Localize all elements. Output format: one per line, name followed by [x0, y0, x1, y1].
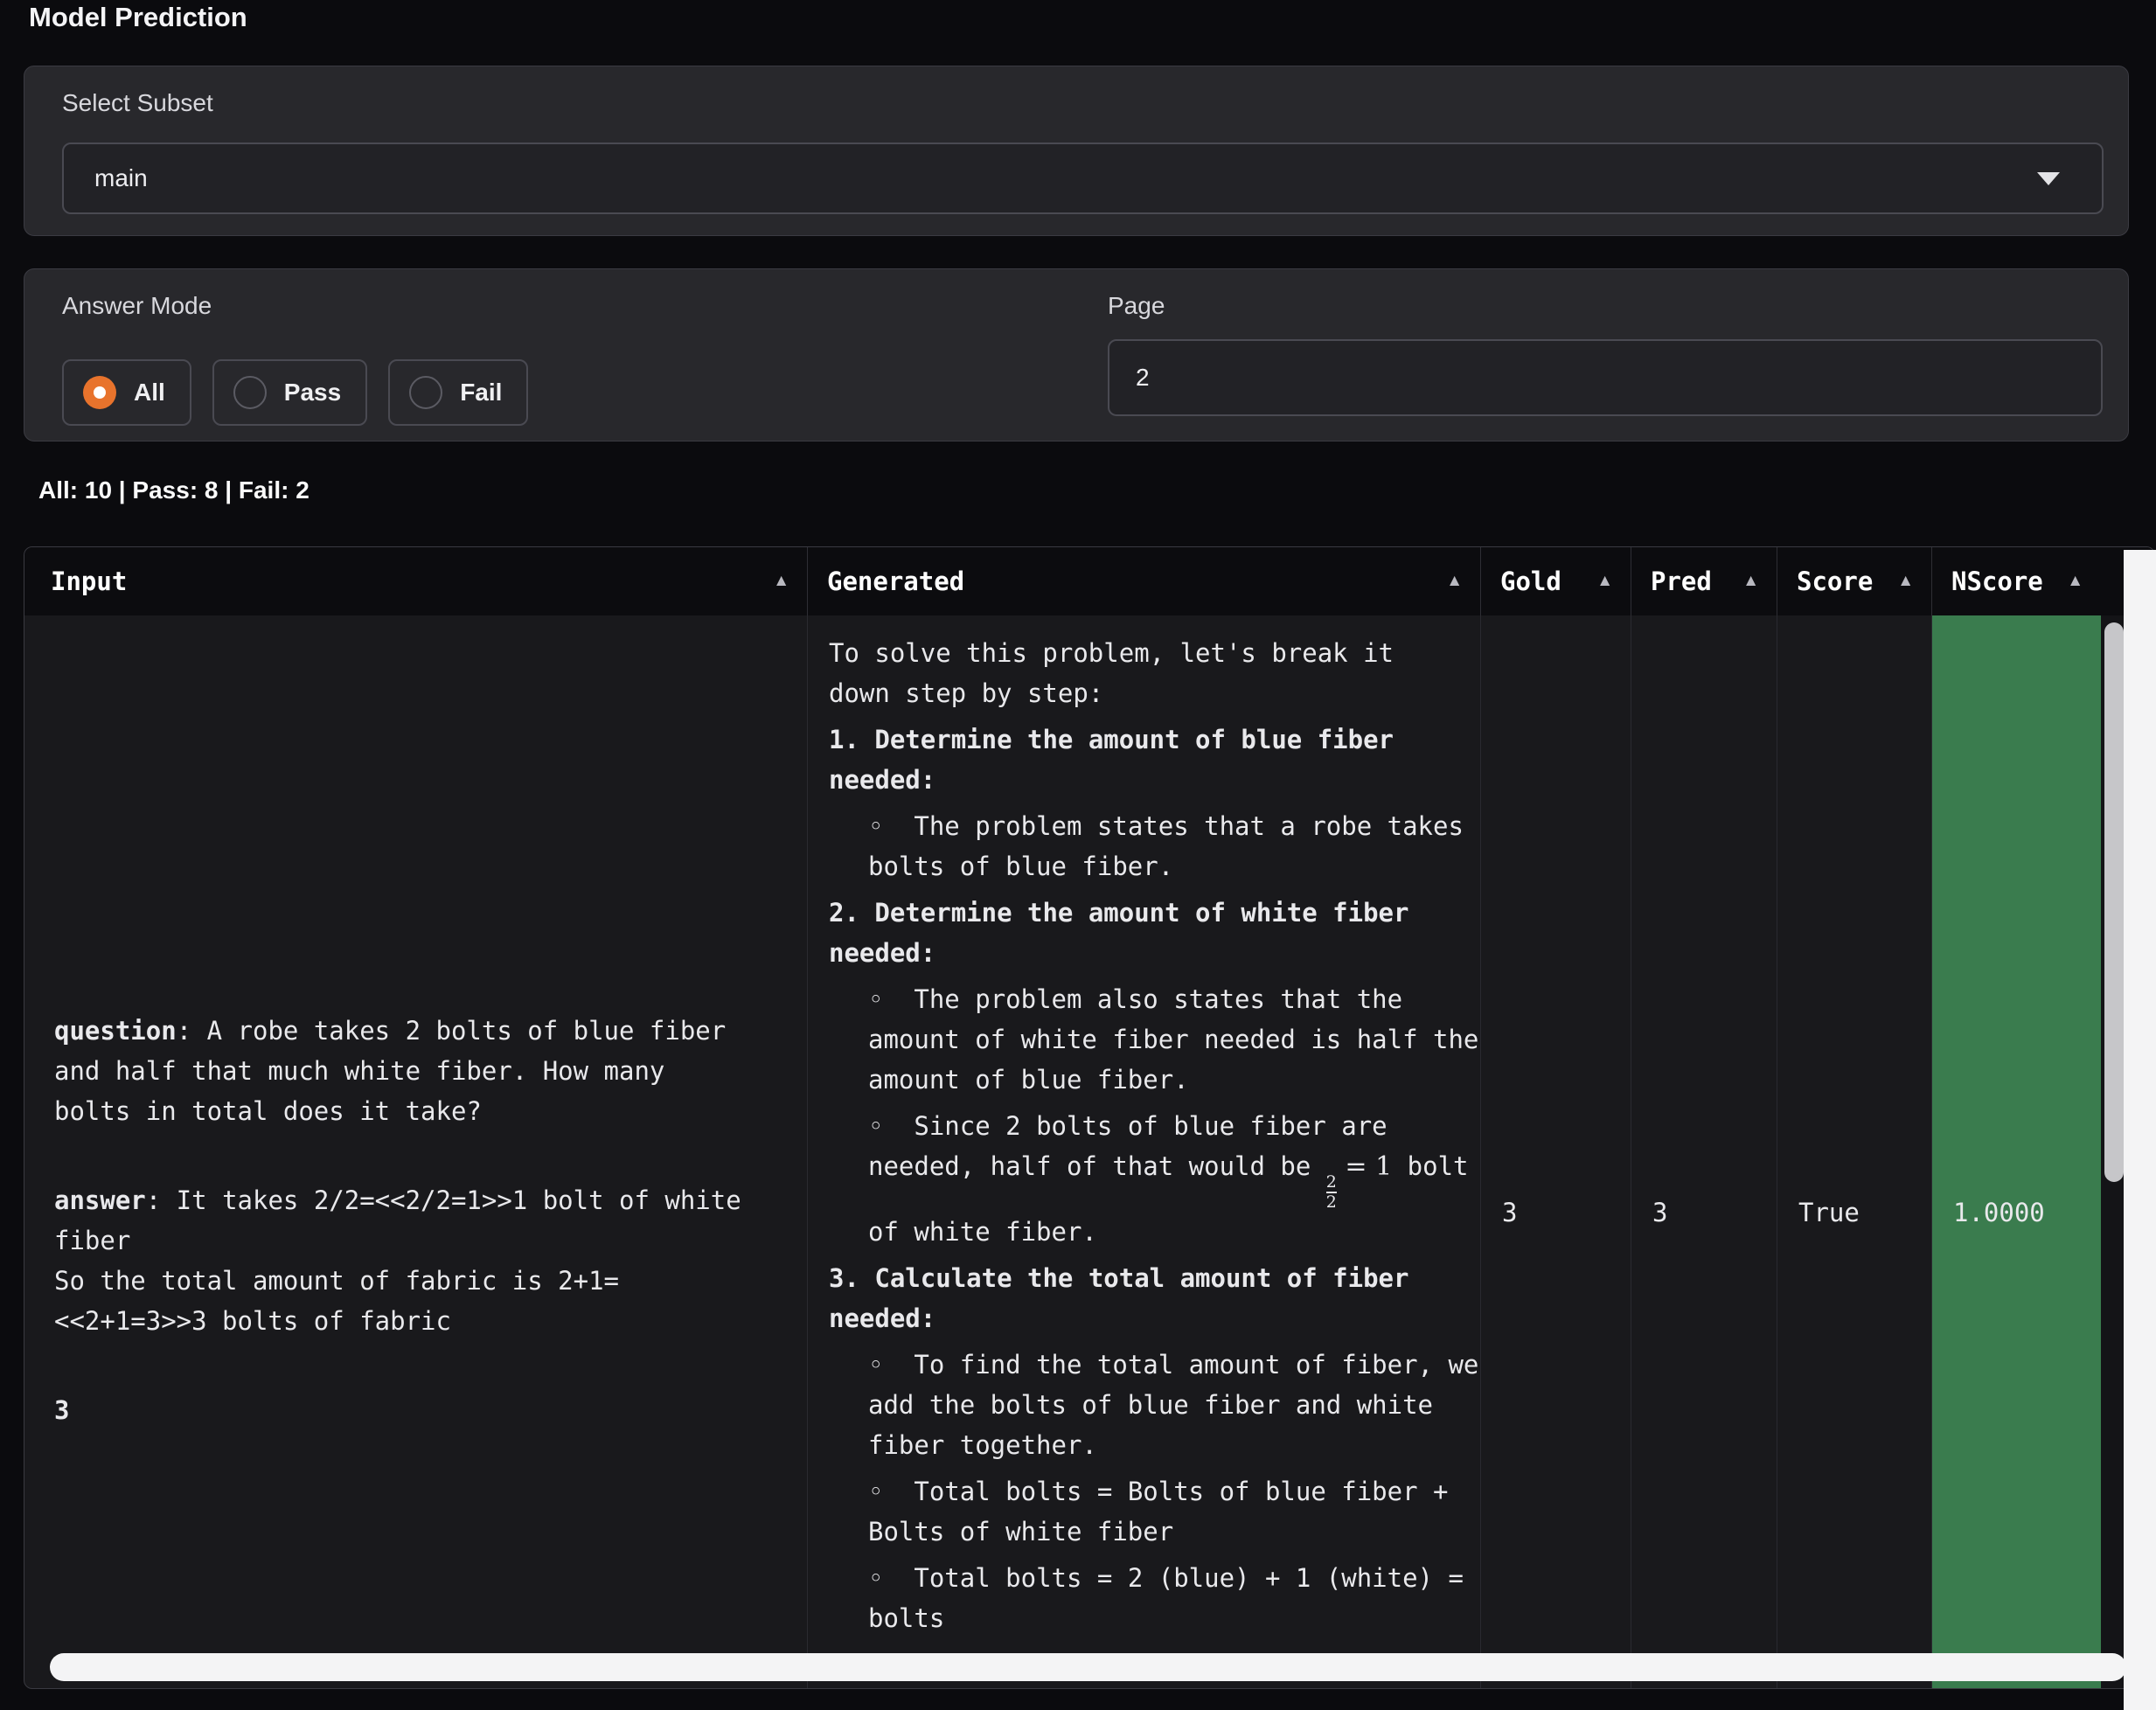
column-header-label: Gold — [1500, 567, 1561, 596]
vertical-scrollbar-thumb[interactable] — [2104, 622, 2124, 1182]
subset-selected-value: main — [94, 144, 148, 212]
text-block: ◦ Since 2 bolts of blue fiber areneeded,… — [829, 1106, 1454, 1252]
text-block: ◦ The problem also states that theamount… — [829, 979, 1454, 1100]
column-header-input[interactable]: Input ▲ — [24, 547, 808, 615]
gold-cell: 3 — [1481, 615, 1631, 1688]
bullet-marker: ◦ — [868, 1563, 914, 1593]
page-label: Page — [1108, 292, 1165, 320]
radio-option-label: Fail — [460, 379, 502, 407]
bullet-marker: ◦ — [868, 1477, 914, 1506]
bullet-marker: ◦ — [868, 1350, 914, 1380]
generated-cell: To solve this problem, let's break itdow… — [808, 615, 1481, 1688]
vertical-scrollbar-track[interactable] — [2124, 550, 2156, 1710]
input-cell: question: A robe takes 2 bolts of blue f… — [24, 615, 808, 1688]
column-header-label: Pred — [1651, 567, 1712, 596]
app-window: Model Prediction Select Subset main Answ… — [0, 0, 2156, 1710]
text-block: ◦ The problem states that a robe takes 2… — [829, 806, 1454, 886]
nscore-value: 1.0000 — [1953, 1192, 2101, 1233]
column-header-label: Generated — [827, 567, 964, 596]
column-header-pred[interactable]: Pred ▲ — [1631, 547, 1777, 615]
radio-selected-icon — [83, 376, 116, 409]
text-block: 1. Determine the amount of blue fibernee… — [829, 719, 1454, 800]
text-block: To solve this problem, let's break itdow… — [829, 633, 1454, 713]
column-header-label: NScore — [1951, 567, 2043, 596]
column-header-label: Score — [1797, 567, 1873, 596]
table-header-row: Input ▲ Generated ▲ Gold ▲ Pred ▲ Score ▲ NScore ▲ — [24, 547, 2154, 615]
score-value: True — [1798, 1192, 1931, 1233]
text-block: ◦ To find the total amount of fiber, wea… — [829, 1345, 1454, 1465]
subset-dropdown[interactable]: main — [62, 142, 2104, 214]
answer-mode-group: All Pass Fail — [62, 359, 528, 426]
radio-option-fail[interactable]: Fail — [388, 359, 528, 426]
bullet-marker: ◦ — [868, 811, 914, 841]
score-cell: True — [1777, 615, 1932, 1688]
page-title: Model Prediction — [29, 2, 247, 33]
chevron-down-icon — [2037, 172, 2060, 185]
text-block: question: A robe takes 2 bolts of blue f… — [54, 1011, 772, 1131]
select-subset-label: Select Subset — [62, 89, 213, 117]
answer-mode-label: Answer Mode — [62, 292, 212, 320]
sort-asc-icon: ▲ — [2067, 572, 2083, 591]
sort-asc-icon: ▲ — [1897, 572, 1914, 591]
list-number-marker: 1. — [829, 725, 874, 754]
column-header-generated[interactable]: Generated ▲ — [808, 547, 1481, 615]
text-block: ◦ Total bolts = 2 (blue) + 1 (white) = 3… — [829, 1558, 1454, 1638]
summary-stats: All: 10 | Pass: 8 | Fail: 2 — [38, 476, 309, 504]
text-block: 2. Determine the amount of white fiberne… — [829, 893, 1454, 973]
sort-asc-icon: ▲ — [773, 572, 789, 591]
text-block: 3. Calculate the total amount of fiberne… — [829, 1258, 1454, 1338]
column-header-gold[interactable]: Gold ▲ — [1481, 547, 1631, 615]
radio-option-pass[interactable]: Pass — [212, 359, 367, 426]
pred-value: 3 — [1652, 1192, 1777, 1233]
radio-unselected-icon — [233, 376, 267, 409]
pred-cell: 3 — [1631, 615, 1777, 1688]
subset-panel: Select Subset main — [24, 66, 2129, 236]
gold-value: 3 — [1502, 1192, 1631, 1233]
column-header-label: Input — [51, 567, 127, 596]
controls-panel: Answer Mode All Pass Fail Page — [24, 268, 2129, 441]
radio-option-all[interactable]: All — [62, 359, 191, 426]
bullet-marker: ◦ — [868, 984, 914, 1014]
text-block: ◦ Total bolts = Bolts of blue fiber +Bol… — [829, 1471, 1454, 1552]
sort-asc-icon: ▲ — [1446, 572, 1463, 591]
column-header-score[interactable]: Score ▲ — [1777, 547, 1932, 615]
radio-unselected-icon — [409, 376, 442, 409]
text-block: answer: It takes 2/2=<<2/2=1>>1 bolt of … — [54, 1180, 772, 1341]
nscore-cell: 1.0000 — [1932, 615, 2101, 1688]
text-block: 3 — [54, 1390, 772, 1430]
column-header-nscore[interactable]: NScore ▲ — [1932, 547, 2101, 615]
results-table: Input▲Generated▲Gold▲Pred▲Score▲NScore▲ … — [24, 546, 2155, 1689]
bullet-marker: ◦ — [868, 1111, 914, 1141]
list-number-marker: 2. — [829, 898, 874, 928]
list-number-marker: 3. — [829, 1263, 874, 1293]
math-fraction: 22 = 1 — [1326, 1151, 1392, 1181]
page-input[interactable] — [1108, 339, 2103, 416]
radio-option-label: All — [134, 379, 165, 407]
radio-option-label: Pass — [284, 379, 341, 407]
table-row: question: A robe takes 2 bolts of blue f… — [24, 615, 2154, 1688]
sort-asc-icon: ▲ — [1596, 572, 1613, 591]
horizontal-scrollbar-thumb[interactable] — [50, 1653, 2126, 1681]
sort-asc-icon: ▲ — [1742, 572, 1759, 591]
